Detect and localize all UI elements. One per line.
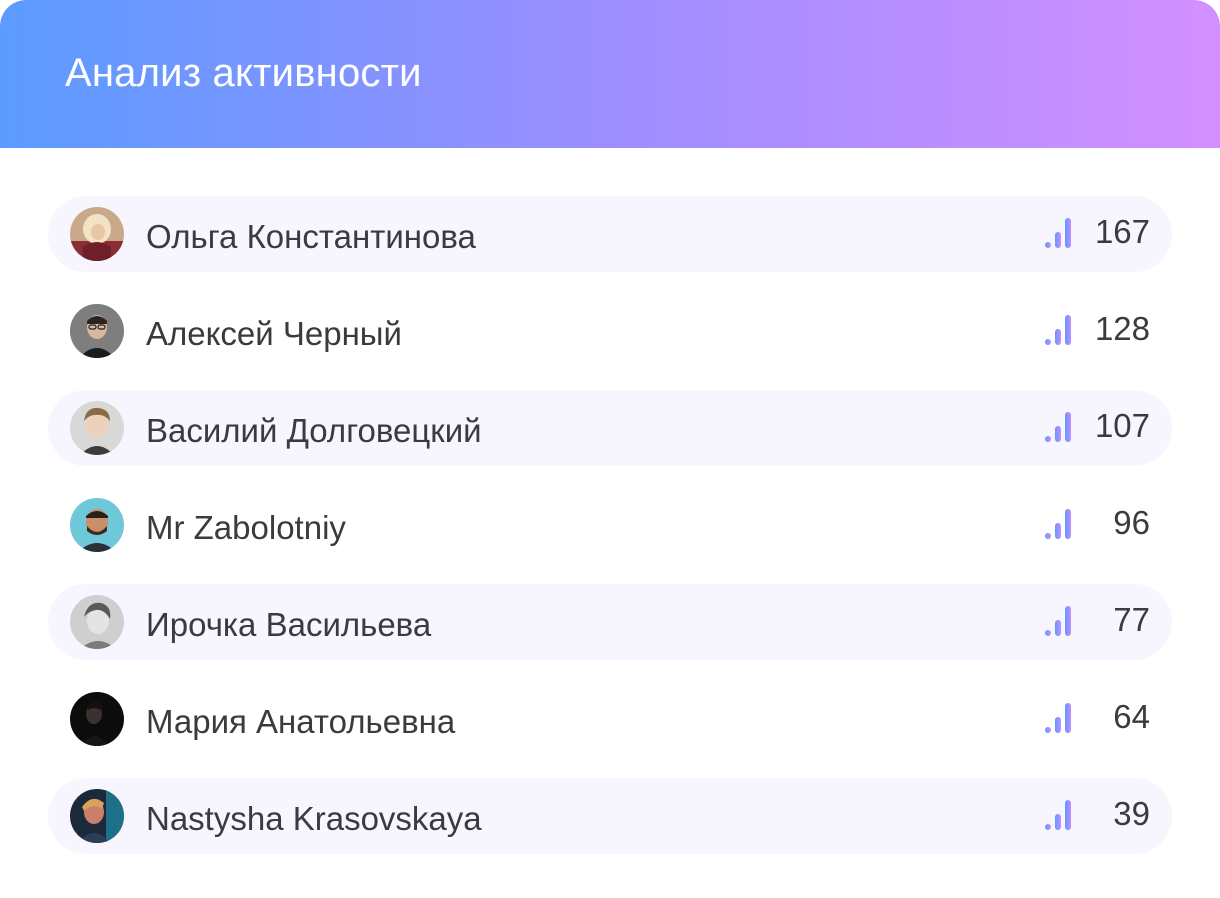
bar-chart-icon bbox=[1045, 800, 1071, 830]
activity-card: Анализ активности Ольга Константинова 16… bbox=[0, 0, 1220, 898]
activity-score: 64 bbox=[1113, 698, 1150, 735]
user-name: Ирочка Васильева bbox=[146, 606, 432, 643]
activity-stat: 107 bbox=[1044, 406, 1150, 446]
activity-stat: 39 bbox=[1044, 794, 1150, 834]
list-item[interactable]: Ольга Константинова 167 bbox=[48, 196, 1172, 272]
avatar[interactable] bbox=[70, 595, 124, 649]
avatar[interactable] bbox=[70, 304, 124, 358]
activity-stat: 96 bbox=[1044, 503, 1150, 543]
avatar[interactable] bbox=[70, 789, 124, 843]
activity-score: 77 bbox=[1113, 601, 1150, 638]
page-title: Анализ активности bbox=[65, 50, 422, 95]
avatar[interactable] bbox=[70, 207, 124, 261]
activity-score: 107 bbox=[1094, 407, 1150, 444]
activity-stat: 77 bbox=[1044, 600, 1150, 640]
activity-score: 167 bbox=[1094, 213, 1150, 250]
user-name: Василий Долговецкий bbox=[146, 412, 482, 449]
avatar[interactable] bbox=[70, 498, 124, 552]
bar-chart-icon bbox=[1045, 412, 1071, 442]
user-name: Алексей Черный bbox=[146, 315, 402, 352]
bar-chart-icon bbox=[1045, 315, 1071, 345]
activity-stat: 167 bbox=[1044, 212, 1150, 252]
activity-score: 96 bbox=[1113, 504, 1150, 541]
avatar[interactable] bbox=[70, 692, 124, 746]
card-header: Анализ активности bbox=[0, 0, 1220, 148]
activity-stat: 64 bbox=[1044, 697, 1150, 737]
list-item[interactable]: Ирочка Васильева 77 bbox=[48, 584, 1172, 660]
activity-score: 128 bbox=[1094, 310, 1150, 347]
user-name: Nastysha Krasovskaya bbox=[146, 800, 482, 837]
activity-score: 39 bbox=[1113, 795, 1150, 832]
user-name: Mr Zabolotniy bbox=[146, 509, 346, 546]
list-item[interactable]: Мария Анатольевна 64 bbox=[48, 681, 1172, 757]
bar-chart-icon bbox=[1045, 509, 1071, 539]
bar-chart-icon bbox=[1045, 703, 1071, 733]
user-name: Мария Анатольевна bbox=[146, 703, 456, 740]
list-item[interactable]: Василий Долговецкий 107 bbox=[48, 390, 1172, 466]
avatar[interactable] bbox=[70, 401, 124, 455]
user-name: Ольга Константинова bbox=[146, 218, 476, 255]
bar-chart-icon bbox=[1045, 606, 1071, 636]
list-item[interactable]: Алексей Черный 128 bbox=[48, 293, 1172, 369]
list-item[interactable]: Nastysha Krasovskaya 39 bbox=[48, 778, 1172, 854]
list-item[interactable]: Mr Zabolotniy 96 bbox=[48, 487, 1172, 563]
activity-stat: 128 bbox=[1044, 309, 1150, 349]
bar-chart-icon bbox=[1045, 218, 1071, 248]
activity-list: Ольга Константинова 167 Алексей Черный 1… bbox=[48, 196, 1172, 875]
